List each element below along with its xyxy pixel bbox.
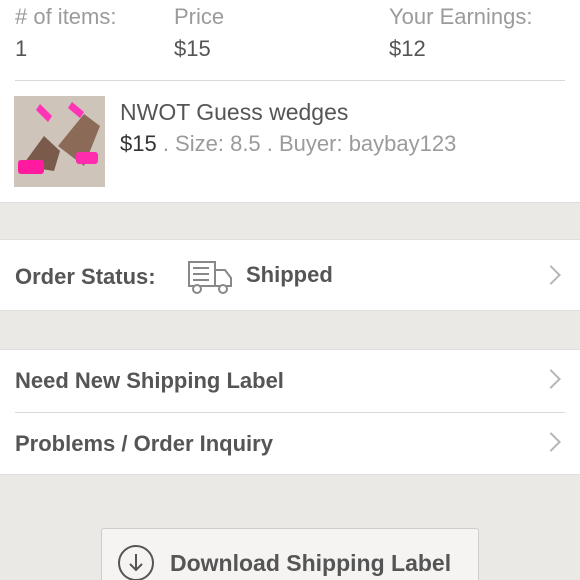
download-circle-icon <box>118 545 154 580</box>
problems-order-inquiry-text: Problems / Order Inquiry <box>15 431 273 456</box>
earnings-label: Your Earnings: <box>389 4 533 29</box>
order-status-label: Order Status: <box>15 264 156 289</box>
items-count-value: 1 <box>15 36 28 61</box>
earnings-column: Your Earnings: $12 <box>389 4 533 62</box>
price-label: Price <box>174 4 225 29</box>
chevron-right-icon <box>541 432 561 452</box>
item-title[interactable]: NWOT Guess wedges <box>120 99 348 126</box>
item-price: $15 <box>120 131 157 156</box>
download-shipping-label-button[interactable]: Download Shipping Label <box>101 528 479 580</box>
price-value: $15 <box>174 36 211 61</box>
item-thumbnail[interactable] <box>14 96 105 187</box>
delivery-truck-icon <box>188 261 232 294</box>
need-new-shipping-label-text: Need New Shipping Label <box>15 368 284 393</box>
earnings-value: $12 <box>389 36 426 61</box>
summary-divider <box>15 80 565 81</box>
order-summary-card: # of items: 1 Price $15 Your Earnings: $… <box>0 0 580 203</box>
order-links-card: Need New Shipping Label Problems / Order… <box>0 349 580 475</box>
need-new-shipping-label-row[interactable]: Need New Shipping Label <box>0 350 580 412</box>
items-column: # of items: 1 <box>15 4 116 62</box>
items-count-label: # of items: <box>15 4 117 29</box>
chevron-right-icon <box>541 265 561 285</box>
price-column: Price $15 <box>174 4 224 62</box>
chevron-right-icon <box>541 369 561 389</box>
download-shipping-label-text: Download Shipping Label <box>170 550 452 576</box>
order-status-value: Shipped <box>246 262 333 287</box>
order-status-row[interactable]: Order Status: Shipped <box>0 239 580 311</box>
item-size-buyer: . Size: 8.5 . Buyer: baybay123 <box>156 131 457 156</box>
item-details: $15 . Size: 8.5 . Buyer: baybay123 <box>120 131 456 157</box>
problems-order-inquiry-row[interactable]: Problems / Order Inquiry <box>0 413 580 475</box>
